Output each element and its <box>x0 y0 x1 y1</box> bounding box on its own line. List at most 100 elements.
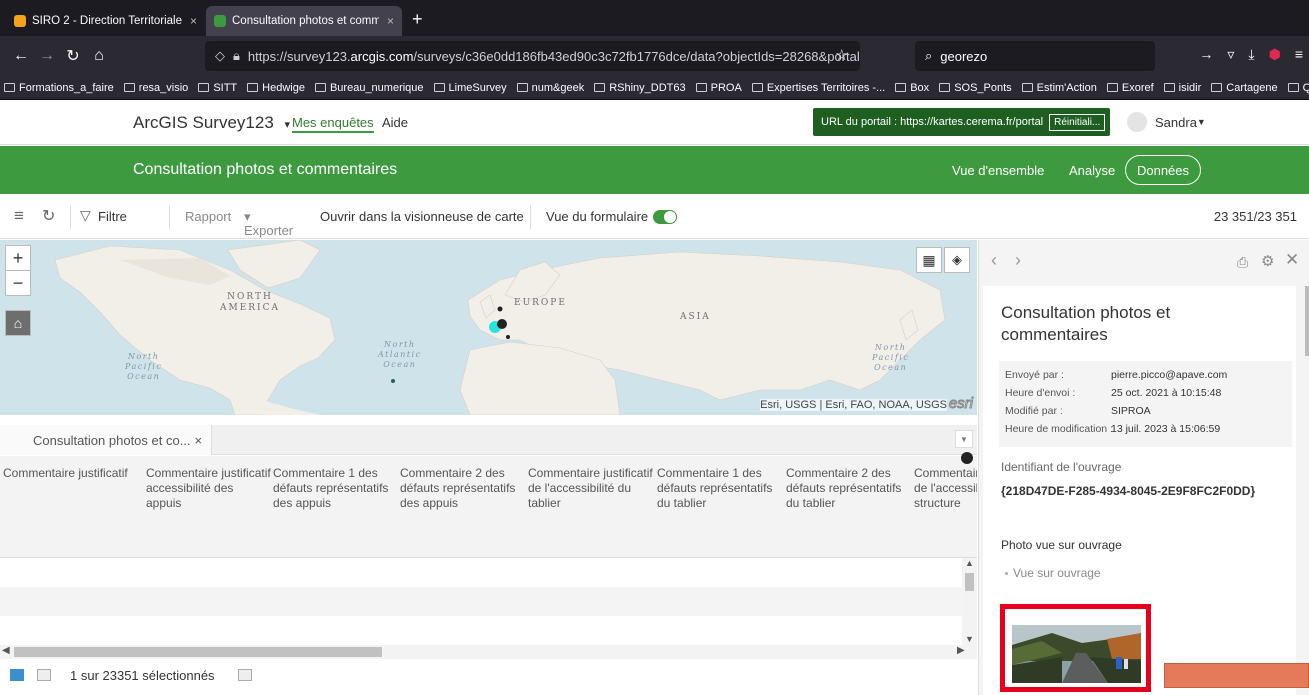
table-tab[interactable]: Consultation photos et co... × <box>0 425 212 455</box>
bookmark-item[interactable]: LimeSurvey <box>433 82 507 94</box>
basemap-gallery-button[interactable]: ▦ <box>916 247 942 273</box>
bookmark-label: SITT <box>213 81 238 94</box>
bookmark-label: isidir <box>1178 81 1202 94</box>
tab-overview[interactable]: Vue d'ensemble <box>952 163 1044 178</box>
panel-scrollbar[interactable] <box>1305 286 1309 356</box>
address-bar[interactable]: ◇ 🔒︎ https://survey123. arcgis.com/survey… <box>205 41 860 71</box>
tab-analysis[interactable]: Analyse <box>1069 163 1115 178</box>
scroll-right-icon[interactable]: ▶ <box>957 645 965 656</box>
hamburger-icon[interactable]: ≡ <box>14 206 24 226</box>
filter-button[interactable]: Filtre <box>98 209 127 224</box>
bookmark-star-icon[interactable]: ☆ <box>835 46 848 64</box>
report-button[interactable]: Rapport <box>185 209 231 224</box>
table-row[interactable] <box>0 558 962 587</box>
browser-tab-consultation[interactable]: Consultation photos et comme × <box>206 6 402 36</box>
scroll-thumb[interactable] <box>965 573 974 591</box>
pocket-icon[interactable]: ▿ <box>1227 46 1234 63</box>
nav-aide[interactable]: Aide <box>382 115 408 130</box>
photo-thumbnail[interactable] <box>1012 625 1141 683</box>
home-extent-button[interactable]: ⌂ <box>5 310 31 336</box>
user-menu[interactable]: Sandra ▼ <box>1127 112 1206 132</box>
selected-view-icon[interactable] <box>37 669 51 681</box>
column-options-icon[interactable] <box>961 452 973 464</box>
export-button[interactable]: Exporter ▾ <box>244 209 293 238</box>
close-tab-icon[interactable]: × <box>190 14 197 28</box>
bookmark-item[interactable]: num&geek <box>516 82 584 94</box>
bookmark-item[interactable]: resa_visio <box>123 82 188 94</box>
nav-mes-enquetes[interactable]: Mes enquêtes <box>292 115 374 133</box>
map-label-north-pacific-right: North Pacific Ocean <box>872 343 910 372</box>
list-view-icon[interactable] <box>10 669 24 681</box>
home-icon[interactable]: ⌂ <box>86 47 112 65</box>
new-tab-button[interactable]: + <box>406 9 433 36</box>
close-tab-icon[interactable]: × <box>387 14 394 28</box>
browser-tab-siro[interactable]: SIRO 2 - Direction Territoriale × <box>6 6 202 36</box>
app-logo[interactable]: ArcGIS Survey123 ▾ <box>133 113 290 133</box>
gear-icon[interactable]: ⚙ <box>1261 252 1274 270</box>
vertical-scrollbar[interactable]: ▲ ▼ <box>962 558 977 648</box>
horizontal-scrollbar[interactable]: ◀ ▶ <box>0 645 977 659</box>
column-header[interactable]: Commentaire 2 des défauts représentatifs… <box>786 466 911 511</box>
column-header[interactable]: Commentaire 2 des défauts représentatifs… <box>400 466 525 511</box>
scroll-left-icon[interactable]: ◀ <box>2 645 10 656</box>
download-icon[interactable]: ⤓ <box>1248 46 1254 63</box>
bookmark-item[interactable]: QGis <box>1287 82 1309 94</box>
bookmark-item[interactable]: Box <box>895 82 929 94</box>
bookmark-item[interactable]: Estim'Action <box>1021 82 1097 94</box>
zoom-in-button[interactable]: + <box>5 245 31 271</box>
bookmark-item[interactable]: Hedwige <box>247 82 305 94</box>
ublock-icon[interactable]: ⬢ <box>1269 46 1281 63</box>
column-header[interactable]: Commentaire justificatif <box>3 466 128 481</box>
zoom-out-button[interactable]: − <box>5 270 31 296</box>
print-icon[interactable]: ⎙ <box>1237 254 1248 271</box>
form-view-toggle[interactable] <box>653 210 677 224</box>
go-arrow-icon[interactable]: → <box>1199 46 1213 63</box>
bookmark-item[interactable]: RShiny_DDT63 <box>594 82 686 94</box>
portal-url-text: URL du portail : https://kartes.cerema.f… <box>821 116 1044 128</box>
menu-icon[interactable]: ≡ <box>1295 46 1303 63</box>
previous-record-icon[interactable]: ‹ <box>991 250 997 271</box>
table-row[interactable] <box>0 616 962 645</box>
open-map-viewer-button[interactable]: Ouvrir dans la visionneuse de carte <box>320 209 524 224</box>
table-menu-icon[interactable]: ▼ <box>955 430 973 448</box>
map-label-north-america: NORTH AMERICA <box>220 292 281 313</box>
forward-arrow-icon[interactable]: → <box>34 47 60 65</box>
photo-section-title: Photo vue sur ouvrage <box>1001 538 1122 552</box>
tab-data[interactable]: Données <box>1125 155 1201 185</box>
bookmark-item[interactable]: PROA <box>695 82 742 94</box>
scroll-up-icon[interactable]: ▲ <box>965 558 974 568</box>
layers-icon[interactable]: ◈ <box>944 247 970 273</box>
bookmark-item[interactable]: Cartagene <box>1211 82 1278 94</box>
next-record-icon[interactable]: › <box>1015 250 1021 271</box>
reload-icon[interactable]: ↻ <box>60 46 86 66</box>
close-icon[interactable]: ✕ <box>1285 250 1299 270</box>
column-header[interactable]: Commentaire 1 des défauts représentatifs… <box>273 466 398 511</box>
bookmark-item[interactable]: Formations_a_faire <box>4 82 114 94</box>
map-label-asia: ASIA <box>680 312 711 322</box>
refresh-icon[interactable]: ↻ <box>42 206 55 226</box>
bookmark-item[interactable]: isidir <box>1163 81 1202 94</box>
column-header[interactable]: Commentaire justificatif accessibilité d… <box>146 466 271 511</box>
column-header[interactable]: Commentaire justificatif de l'accessibil… <box>528 466 653 511</box>
map-table-divider[interactable] <box>0 415 977 425</box>
table-row[interactable] <box>0 587 962 616</box>
column-header[interactable]: Commentaire justificatif de l'accessibil… <box>914 466 977 511</box>
bookmark-label: Box <box>910 81 930 94</box>
scroll-down-icon[interactable]: ▼ <box>965 634 974 644</box>
bookmark-item[interactable]: SITT <box>198 82 237 94</box>
bookmark-item[interactable]: Expertises Territoires -... <box>751 82 885 94</box>
chevron-down-icon[interactable]: ▾ <box>285 119 291 131</box>
search-input[interactable]: ⌕ georezo <box>915 41 1155 71</box>
bookmark-item[interactable]: SOS_Ponts <box>939 82 1012 94</box>
bookmark-item[interactable]: Bureau_numerique <box>314 82 424 94</box>
map-view[interactable]: + − ⌂ NORTH AMERICA EUROPE ASIA North Pa… <box>0 240 977 415</box>
back-arrow-icon[interactable]: ← <box>8 47 34 65</box>
close-tab-icon[interactable]: × <box>195 433 203 448</box>
filter-icon[interactable]: ▽ <box>80 207 91 224</box>
scroll-thumb[interactable] <box>14 647 382 657</box>
portal-reset-button[interactable]: Réinitiali... <box>1049 113 1106 131</box>
meta-value: pierre.picco@apave.com <box>1111 369 1228 381</box>
clear-selection-icon[interactable] <box>238 669 252 681</box>
bookmark-item[interactable]: Exoref <box>1106 82 1154 94</box>
column-header[interactable]: Commentaire 1 des défauts représentatifs… <box>657 466 782 511</box>
